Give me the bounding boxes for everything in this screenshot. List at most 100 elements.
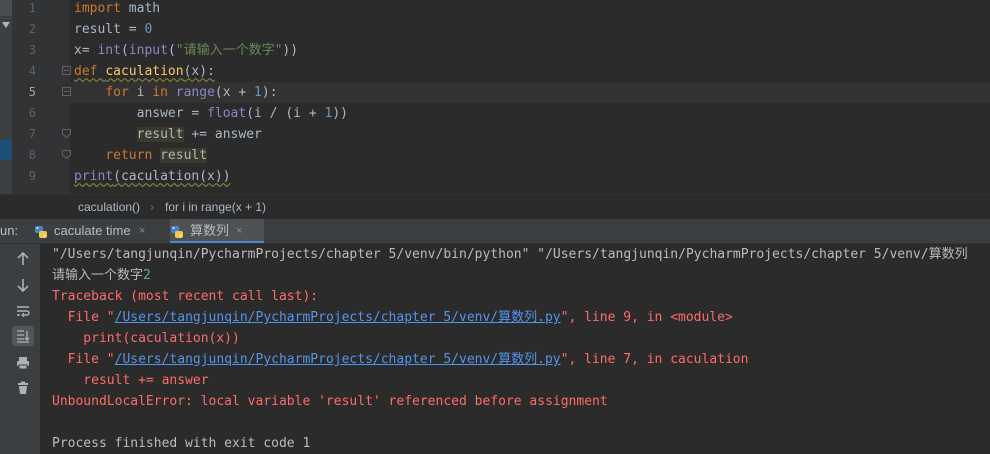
code-token: return xyxy=(105,148,161,163)
code-token: answer = xyxy=(74,106,208,121)
line-number: 4 xyxy=(28,64,36,78)
fold-marker-icon[interactable] xyxy=(62,66,71,75)
code-token: float xyxy=(207,106,247,121)
code-line[interactable]: 4 def caculation(x): xyxy=(12,61,990,82)
print-icon[interactable] xyxy=(12,353,34,373)
code-editor[interactable]: 1 import math 2 result = 0 3 x= int(input("请输… xyxy=(0,0,990,194)
code-token: (x + xyxy=(214,85,255,100)
code-text: x= int(input("请输入一个数字")) xyxy=(74,40,298,61)
scroll-to-end-icon[interactable] xyxy=(12,326,34,346)
line-number: 7 xyxy=(28,127,36,141)
code-token: ): xyxy=(261,85,278,100)
line-number: 8 xyxy=(28,148,36,162)
frame-prefix: File " xyxy=(52,310,115,325)
arrow-up-icon[interactable] xyxy=(12,249,34,269)
line-number: 6 xyxy=(28,106,36,120)
code-token: caculation xyxy=(105,64,184,79)
collapse-triangle-icon[interactable] xyxy=(2,22,10,28)
code-token: (caculation(x)) xyxy=(113,169,231,184)
fold-marker-icon[interactable] xyxy=(62,150,71,159)
code-token: (x): xyxy=(183,64,215,79)
file-path-link[interactable]: /Users/tangjunqin/PycharmProjects/chapte… xyxy=(115,352,561,367)
line-number: 5 xyxy=(28,85,36,99)
code-token: "请输入一个数字" xyxy=(175,43,283,58)
code-text: answer = float(i / (i + 1)) xyxy=(74,103,348,124)
panel-edge-selection xyxy=(0,140,12,160)
code-token: math xyxy=(120,1,161,16)
process-exit-message: Process finished with exit code 1 xyxy=(52,436,311,451)
tab-suanshulie[interactable]: 算数列 × xyxy=(170,219,264,243)
traceback-header: Traceback (most recent call last): xyxy=(52,289,319,304)
code-token: )) xyxy=(282,43,299,58)
code-text: result += answer xyxy=(74,124,262,145)
code-token: += answer xyxy=(183,127,262,142)
code-line[interactable]: 7 result += answer xyxy=(12,124,990,145)
file-path-link[interactable]: /Users/tangjunqin/PycharmProjects/chapte… xyxy=(115,310,561,325)
code-token: def xyxy=(74,64,106,79)
tab-label: 算数列 xyxy=(190,223,230,238)
code-text: for i in range(x + 1): xyxy=(74,82,278,103)
line-number: 1 xyxy=(28,1,36,15)
fold-marker-icon[interactable] xyxy=(62,129,71,138)
traceback-code: result += answer xyxy=(52,373,209,388)
code-token: )) xyxy=(332,106,348,121)
code-token: range xyxy=(175,85,215,100)
code-text: return result xyxy=(74,145,208,166)
code-token: input xyxy=(128,43,168,58)
panel-edge-segment xyxy=(0,0,12,16)
breadcrumb-function[interactable]: caculation() xyxy=(78,195,140,219)
code-line[interactable]: 8 return result xyxy=(12,145,990,166)
code-line[interactable]: 9 print(caculation(x)) xyxy=(12,166,990,187)
fold-marker-icon[interactable] xyxy=(62,87,71,96)
code-token: result = xyxy=(74,22,145,37)
frame-suffix: ", line 9, in <module> xyxy=(560,310,733,325)
breadcrumb-loop[interactable]: for i in range(x + 1) xyxy=(165,195,266,219)
console-input-line: 请输入一个数字2 xyxy=(52,265,151,286)
soft-wrap-icon[interactable] xyxy=(12,301,34,321)
breadcrumb-separator: › xyxy=(150,200,154,214)
frame-prefix: File " xyxy=(52,352,115,367)
run-console[interactable]: "/Users/tangjunqin/PycharmProjects/chapt… xyxy=(40,244,990,454)
code-token: 0 xyxy=(144,22,153,37)
run-tool-window-header: un: caculate time × 算数列 × xyxy=(0,219,990,244)
line-number: 9 xyxy=(28,169,36,183)
code-token: i xyxy=(136,85,153,100)
close-icon[interactable]: × xyxy=(139,219,145,243)
code-token: ( xyxy=(120,43,129,58)
console-toolbar xyxy=(0,244,40,454)
code-token: print xyxy=(74,169,114,184)
code-text: def caculation(x): xyxy=(74,61,215,82)
line-number: 2 xyxy=(28,22,36,36)
frame-suffix: ", line 7, in caculation xyxy=(560,352,749,367)
arrow-down-icon[interactable] xyxy=(12,275,34,295)
code-token: = xyxy=(81,43,98,58)
code-token: x xyxy=(74,43,82,58)
code-line[interactable]: 5 for i in range(x + 1): xyxy=(12,82,990,103)
close-icon[interactable]: × xyxy=(236,219,242,243)
code-token: result xyxy=(160,148,208,163)
traceback-frame: File "/Users/tangjunqin/PycharmProjects/… xyxy=(52,307,733,328)
code-token: int xyxy=(97,43,121,58)
code-line[interactable]: 6 answer = float(i / (i + 1)) xyxy=(12,103,990,124)
code-line[interactable]: 1 import math xyxy=(12,0,990,19)
user-input-value: 2 xyxy=(143,268,151,283)
traceback-code: print(caculation(x)) xyxy=(52,331,240,346)
code-line[interactable]: 3 x= int(input("请输入一个数字")) xyxy=(12,40,990,61)
code-token: result xyxy=(136,127,184,142)
input-prompt: 请输入一个数字 xyxy=(52,268,144,283)
code-token: ( xyxy=(167,43,176,58)
code-line[interactable]: 2 result = 0 xyxy=(12,19,990,40)
project-panel-edge xyxy=(0,0,12,194)
run-label: un: xyxy=(0,223,19,238)
trash-icon[interactable] xyxy=(12,378,34,398)
code-token: (i / (i + xyxy=(246,106,325,121)
tab-caculate-time[interactable]: caculate time × xyxy=(34,219,164,243)
line-number: 3 xyxy=(28,43,36,57)
code-text: print(caculation(x)) xyxy=(74,166,231,187)
error-message: UnboundLocalError: local variable 'resul… xyxy=(52,394,608,409)
tab-label: caculate time xyxy=(54,223,131,238)
console-command-line: "/Users/tangjunqin/PycharmProjects/chapt… xyxy=(52,247,968,262)
